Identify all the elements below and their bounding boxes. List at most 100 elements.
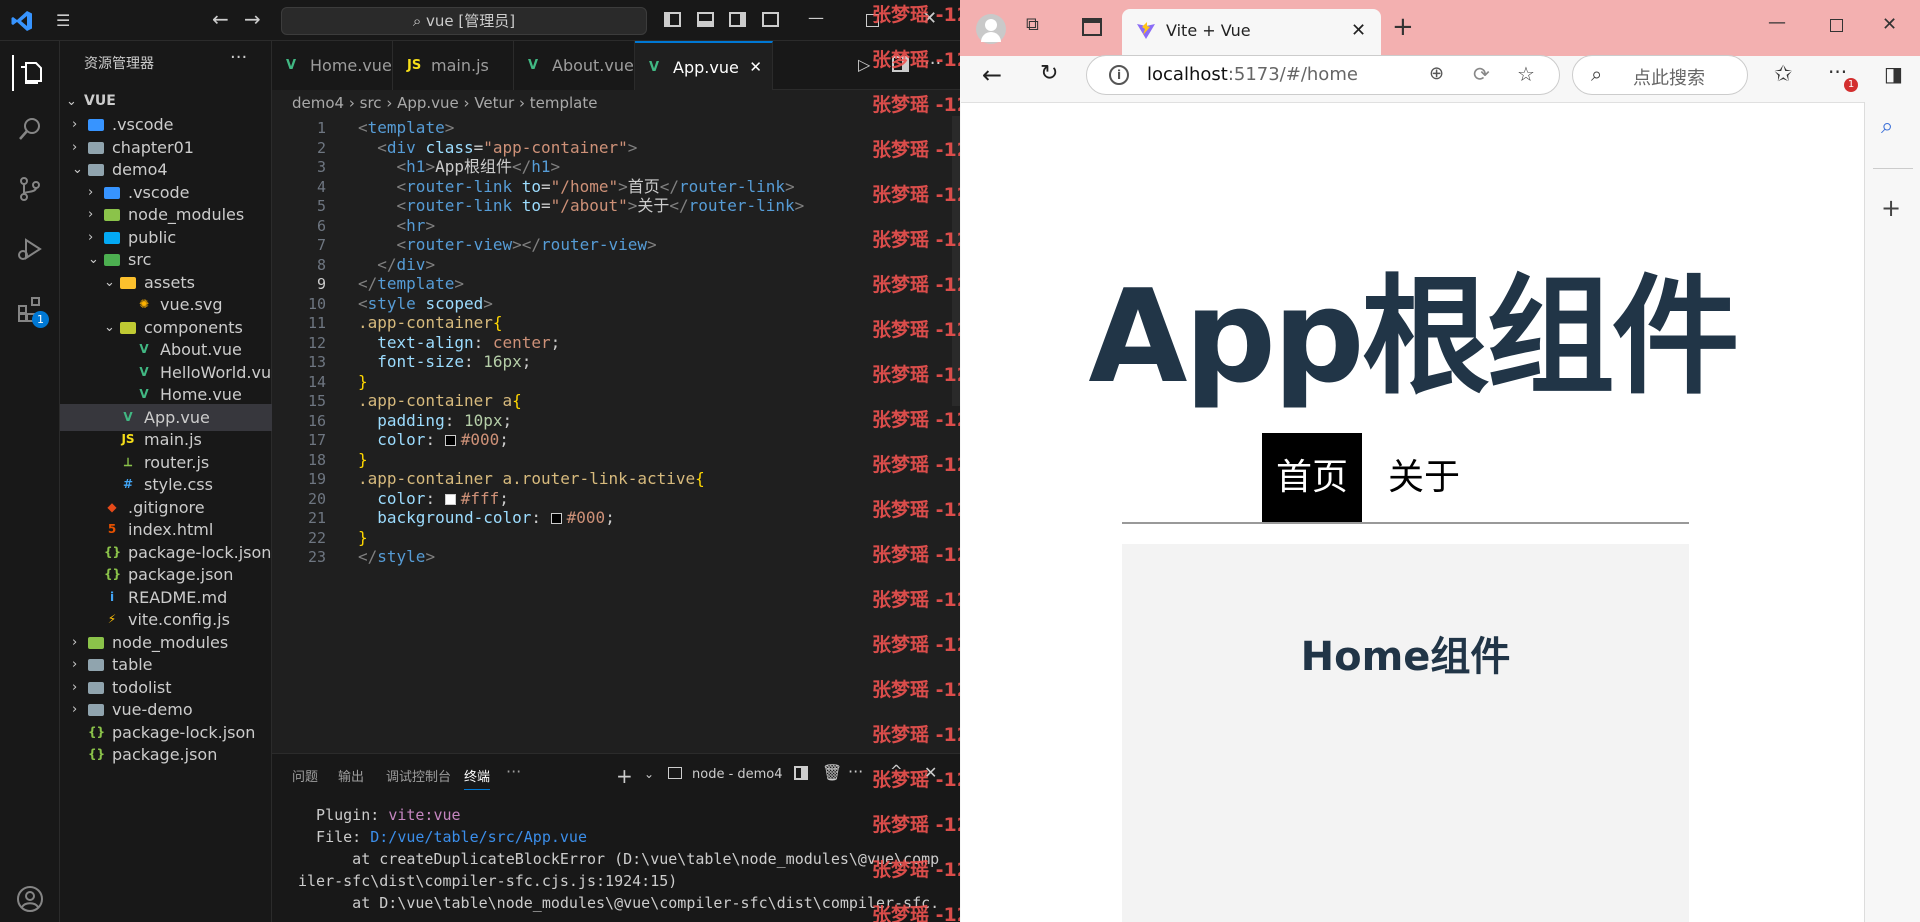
source-control-icon[interactable] xyxy=(12,171,48,207)
chevron-down-icon[interactable]: ⌄ xyxy=(644,767,654,781)
code-token: } xyxy=(358,371,368,391)
code-token: 关于 xyxy=(637,196,670,215)
info-icon[interactable]: i xyxy=(1109,65,1129,85)
run-icon[interactable]: ▷ xyxy=(858,55,870,74)
code-token: = xyxy=(473,137,484,157)
vscode-logo-icon xyxy=(10,9,34,37)
code-token: 10px xyxy=(463,410,503,430)
editor-tab[interactable]: V Home.vue xyxy=(272,41,393,90)
explorer-icon[interactable] xyxy=(12,55,48,91)
code-token: router-link xyxy=(406,176,522,196)
url-path: :5173/#/home xyxy=(1227,64,1358,85)
editor-tab[interactable]: V About.vue xyxy=(514,41,635,90)
breadcrumb-item[interactable]: demo4 xyxy=(292,94,344,112)
panel-tab[interactable]: 终端 xyxy=(464,766,491,790)
panel-tab[interactable]: 输出 xyxy=(338,766,364,785)
bing-search-icon[interactable]: ⌕ xyxy=(1881,114,1893,139)
terminal-token: D:/vue/table/src/App.vue xyxy=(370,828,587,846)
breadcrumb-item[interactable]: template xyxy=(530,94,598,112)
nav-link[interactable]: 关于 xyxy=(1374,433,1474,522)
favorite-star-icon[interactable]: ☆ xyxy=(1517,62,1535,86)
sidebar-toggle-icon[interactable]: ◨ xyxy=(1884,62,1903,86)
refresh-icon[interactable]: ↻ xyxy=(1040,61,1058,86)
editor-tabs: ▷ ··· V Home.vue JS main.js V About.vue V App.v… xyxy=(272,41,960,90)
breadcrumb-item[interactable]: src xyxy=(360,94,382,112)
editor-tab[interactable]: V App.vue ✕ xyxy=(635,41,773,90)
search-box[interactable]: ⌕ 点此搜索 xyxy=(1572,55,1748,95)
minimize-icon[interactable]: — xyxy=(1768,12,1786,33)
minimize-icon[interactable]: — xyxy=(808,8,824,28)
panel-tab[interactable]: 问题 xyxy=(292,766,318,785)
add-icon[interactable]: + xyxy=(1881,194,1901,222)
code-token: < xyxy=(358,235,407,254)
close-tab-icon[interactable]: ✕ xyxy=(1351,20,1366,41)
panel-more-icon[interactable]: ··· xyxy=(848,762,863,781)
watermark-text: 张梦瑶 -127 - 1185 xyxy=(872,4,960,26)
add-terminal-icon[interactable]: + xyxy=(616,764,633,788)
nav-link[interactable]: 首页 xyxy=(1262,433,1363,522)
code-token: > xyxy=(618,176,628,196)
breadcrumb: demo4 › src › App.vue › Vetur › template xyxy=(292,90,597,116)
address-bar[interactable]: i localhost:5173/#/home ⊕ ⟳ ☆ xyxy=(1086,55,1560,95)
avatar[interactable] xyxy=(976,14,1006,44)
toggle-panel-icon[interactable] xyxy=(697,12,714,27)
git-file-icon: ◆ xyxy=(107,499,117,514)
code-token: : xyxy=(444,410,464,430)
extensions-icon[interactable]: 1 xyxy=(12,291,49,328)
watermark-text: 张梦瑶 -127 - 1185 xyxy=(872,814,960,836)
toggle-secondary-sidebar-icon[interactable] xyxy=(729,12,746,27)
vue-file-icon: V xyxy=(139,342,149,356)
browser-menu-icon[interactable]: ··· 1 xyxy=(1828,60,1858,92)
panel-tab[interactable]: 调试控制台 xyxy=(386,766,451,785)
split-terminal-icon[interactable] xyxy=(794,766,808,780)
tab-actions-icon[interactable] xyxy=(1082,18,1102,36)
favorites-icon[interactable]: ✩ xyxy=(1774,62,1792,87)
code-token: hr xyxy=(406,215,426,235)
zoom-icon[interactable]: ⊕ xyxy=(1429,63,1444,84)
panel-tabs-more-icon[interactable]: ··· xyxy=(506,762,521,781)
reload-extension-icon[interactable]: ⟳ xyxy=(1473,62,1490,86)
breadcrumb-item[interactable]: App.vue xyxy=(397,94,459,112)
code-token: > xyxy=(425,215,436,235)
terminal-name[interactable]: node - demo4 xyxy=(692,767,783,782)
code-token: 16px xyxy=(483,352,522,371)
tree-item-label: package.json xyxy=(112,745,218,764)
trash-icon[interactable]: 🗑 xyxy=(822,763,842,782)
code-token: < xyxy=(358,176,407,196)
code-token: </ xyxy=(511,157,532,176)
browser-tab[interactable]: Vite + Vue ✕ xyxy=(1122,9,1381,56)
code-token: > xyxy=(785,176,795,196)
code-token: .app-container a xyxy=(358,391,513,410)
search-view-icon[interactable] xyxy=(12,111,48,147)
npm-file-icon: {} xyxy=(104,567,122,581)
account-icon[interactable] xyxy=(12,881,48,917)
maximize-icon[interactable] xyxy=(1830,19,1843,32)
close-icon[interactable]: ✕ xyxy=(1882,14,1897,35)
watermark-text: 张梦瑶 -127 - 1185 xyxy=(872,904,960,922)
code-token: > xyxy=(483,293,493,313)
code-line: color: #000; xyxy=(358,428,509,452)
close-tab-icon[interactable]: ✕ xyxy=(749,43,762,92)
toggle-sidebar-icon[interactable] xyxy=(664,12,681,27)
watermark-text: 张梦瑶 -127 - 1185 xyxy=(872,454,960,476)
back-arrow-icon[interactable]: ← xyxy=(982,61,1002,89)
command-center[interactable]: ⌕ vue [管理员] xyxy=(281,7,647,35)
menu-icon[interactable]: ☰ xyxy=(56,11,70,31)
editor-tab[interactable]: JS main.js xyxy=(393,41,514,90)
run-debug-icon[interactable] xyxy=(12,231,48,267)
forward-arrow-icon[interactable]: → xyxy=(244,9,261,29)
line-number: 23 xyxy=(307,548,326,566)
code-token: : xyxy=(531,508,551,527)
code-token: </ xyxy=(358,547,378,566)
back-arrow-icon[interactable]: ← xyxy=(212,9,229,29)
code-token: > xyxy=(647,235,657,254)
customize-layout-icon[interactable] xyxy=(762,12,779,27)
workspaces-icon[interactable]: ⧉ xyxy=(1026,14,1039,35)
code-token: : xyxy=(425,430,445,449)
new-tab-icon[interactable]: + xyxy=(1392,12,1414,42)
more-actions-icon[interactable]: ··· xyxy=(230,47,247,68)
breadcrumb-item[interactable]: Vetur xyxy=(474,94,514,112)
code-token: { xyxy=(512,391,522,410)
browser-titlebar: ⧉ Vite + Vue ✕ + — ✕ xyxy=(960,0,1920,56)
tree-item[interactable]: {} package.json xyxy=(60,741,272,768)
